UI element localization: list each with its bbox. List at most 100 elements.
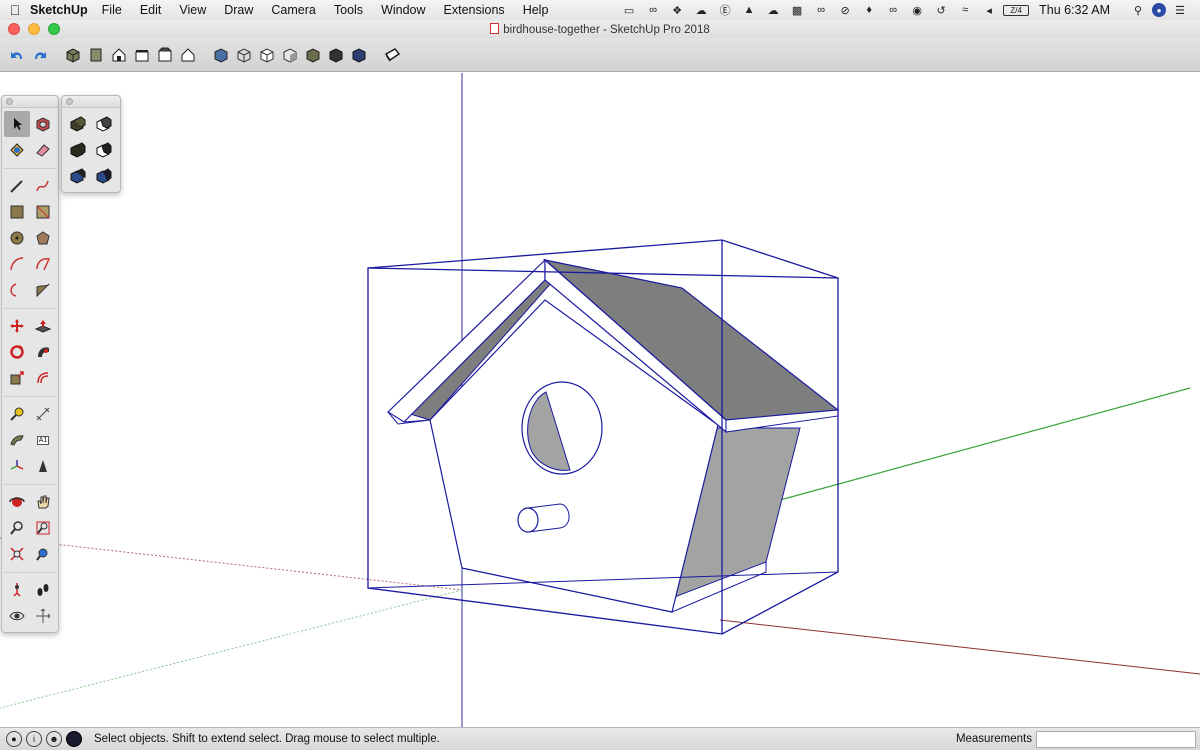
no-entry-icon[interactable]: ⊘	[835, 2, 855, 18]
window-zoom-button[interactable]	[48, 23, 60, 35]
record-icon[interactable]: ◉	[907, 2, 927, 18]
scale-tool[interactable]	[4, 365, 30, 391]
window-close-button[interactable]	[8, 23, 20, 35]
drive-sync-icon[interactable]: ☁	[691, 2, 711, 18]
palette-close-button[interactable]	[6, 98, 13, 105]
redo-button[interactable]	[29, 44, 51, 66]
dimension-tool[interactable]	[30, 401, 56, 427]
volume-icon[interactable]: ◂	[979, 2, 999, 18]
monochrome-style-button[interactable]	[325, 44, 347, 66]
axes-tool[interactable]	[4, 453, 30, 479]
arc-tool[interactable]	[4, 251, 30, 277]
xray-style-button[interactable]	[210, 44, 232, 66]
shaded-style-button[interactable]	[279, 44, 301, 66]
3d-warehouse-button[interactable]	[381, 44, 403, 66]
instructor-toggle-icon[interactable]	[66, 731, 82, 747]
birdhouse-perch[interactable]	[517, 503, 570, 533]
rectangle-tool[interactable]	[4, 199, 30, 225]
menu-view[interactable]: View	[179, 3, 206, 17]
shaded-blue-style-button[interactable]	[348, 44, 370, 66]
intersect-tool[interactable]	[91, 111, 117, 137]
top-view-button[interactable]	[85, 44, 107, 66]
menu-edit[interactable]: Edit	[140, 3, 162, 17]
link-app-icon[interactable]: ∞	[811, 2, 831, 18]
clock[interactable]: Thu 6:32 AM	[1039, 3, 1110, 17]
spotlight-search-icon[interactable]: ⚲	[1128, 2, 1148, 18]
flame-icon[interactable]: ▲	[739, 2, 759, 18]
credits-info-icon[interactable]: i	[26, 731, 42, 747]
orbit-tool[interactable]	[4, 489, 30, 515]
shaded-texture-style-button[interactable]	[302, 44, 324, 66]
rotated-rectangle-tool[interactable]	[30, 199, 56, 225]
undo-button[interactable]	[6, 44, 28, 66]
rotate-tool[interactable]	[4, 339, 30, 365]
tape-measure-tool[interactable]	[4, 401, 30, 427]
menu-camera[interactable]: Camera	[271, 3, 315, 17]
menu-help[interactable]: Help	[523, 3, 549, 17]
union-tool[interactable]	[65, 137, 91, 163]
palette-close-button[interactable]	[66, 98, 73, 105]
previous-view-tool[interactable]	[30, 541, 56, 567]
menu-file[interactable]: File	[102, 3, 122, 17]
line-tool[interactable]	[4, 173, 30, 199]
subtract-tool[interactable]	[91, 137, 117, 163]
two-point-arc-tool[interactable]	[30, 251, 56, 277]
paint-bucket-tool[interactable]	[4, 137, 30, 163]
scene-canvas[interactable]	[0, 73, 1200, 727]
zoom-tool[interactable]	[4, 515, 30, 541]
wireframe-style-button[interactable]	[233, 44, 255, 66]
dropbox-icon[interactable]: ❖	[667, 2, 687, 18]
trim-tool[interactable]	[65, 163, 91, 189]
zoom-extents-tool[interactable]	[4, 541, 30, 567]
palette-header[interactable]	[2, 96, 58, 108]
outer-shell-tool[interactable]	[65, 111, 91, 137]
freehand-tool[interactable]	[30, 173, 56, 199]
make-component-tool[interactable]	[30, 111, 56, 137]
iso-view-button[interactable]	[62, 44, 84, 66]
window-minimize-button[interactable]	[28, 23, 40, 35]
wifi-icon[interactable]: ≈	[955, 2, 975, 18]
three-point-arc-tool[interactable]	[4, 277, 30, 303]
push-pull-tool[interactable]	[30, 313, 56, 339]
zoom-window-tool[interactable]	[30, 515, 56, 541]
measurements-input[interactable]	[1036, 730, 1196, 748]
protractor-tool[interactable]	[4, 427, 30, 453]
battery-icon[interactable]: Z/4	[1003, 4, 1030, 16]
polygon-tool[interactable]	[30, 225, 56, 251]
offset-tool[interactable]	[30, 365, 56, 391]
glasses-icon[interactable]: ∞	[883, 2, 903, 18]
one-password-icon[interactable]: Ⓔ	[715, 2, 735, 18]
hidden-line-style-button[interactable]	[256, 44, 278, 66]
walk-tool[interactable]	[30, 577, 56, 603]
screen-record-icon[interactable]: ▭	[619, 2, 639, 18]
move-tool[interactable]	[4, 313, 30, 339]
menu-draw[interactable]: Draw	[224, 3, 253, 17]
split-tool[interactable]	[91, 163, 117, 189]
siri-icon[interactable]: ●	[1152, 3, 1166, 17]
user-account-icon[interactable]: ☻	[46, 731, 62, 747]
look-around-tool[interactable]	[4, 603, 30, 629]
left-view-button[interactable]	[177, 44, 199, 66]
3d-text-tool[interactable]	[30, 453, 56, 479]
geolocation-icon[interactable]: ●	[6, 731, 22, 747]
select-tool[interactable]	[4, 111, 30, 137]
menu-extensions[interactable]: Extensions	[444, 3, 505, 17]
modeling-viewport[interactable]: A1	[0, 73, 1200, 727]
evernote-icon[interactable]: ♦	[859, 2, 879, 18]
birdhouse-model[interactable]	[387, 258, 840, 613]
app-menu[interactable]: SketchUp	[30, 3, 88, 17]
creative-cloud-icon[interactable]: ∞	[643, 2, 663, 18]
menu-tools[interactable]: Tools	[334, 3, 363, 17]
apple-menu-icon[interactable]: 	[0, 2, 30, 18]
time-machine-icon[interactable]: ↺	[931, 2, 951, 18]
bracket-app-icon[interactable]: ▩	[787, 2, 807, 18]
right-view-button[interactable]	[131, 44, 153, 66]
text-tool[interactable]: A1	[30, 427, 56, 453]
menu-window[interactable]: Window	[381, 3, 425, 17]
pie-tool[interactable]	[30, 277, 56, 303]
position-camera-tool[interactable]	[4, 577, 30, 603]
pan-tool[interactable]	[30, 489, 56, 515]
follow-me-tool[interactable]	[30, 339, 56, 365]
circle-tool[interactable]	[4, 225, 30, 251]
eraser-tool[interactable]	[30, 137, 56, 163]
